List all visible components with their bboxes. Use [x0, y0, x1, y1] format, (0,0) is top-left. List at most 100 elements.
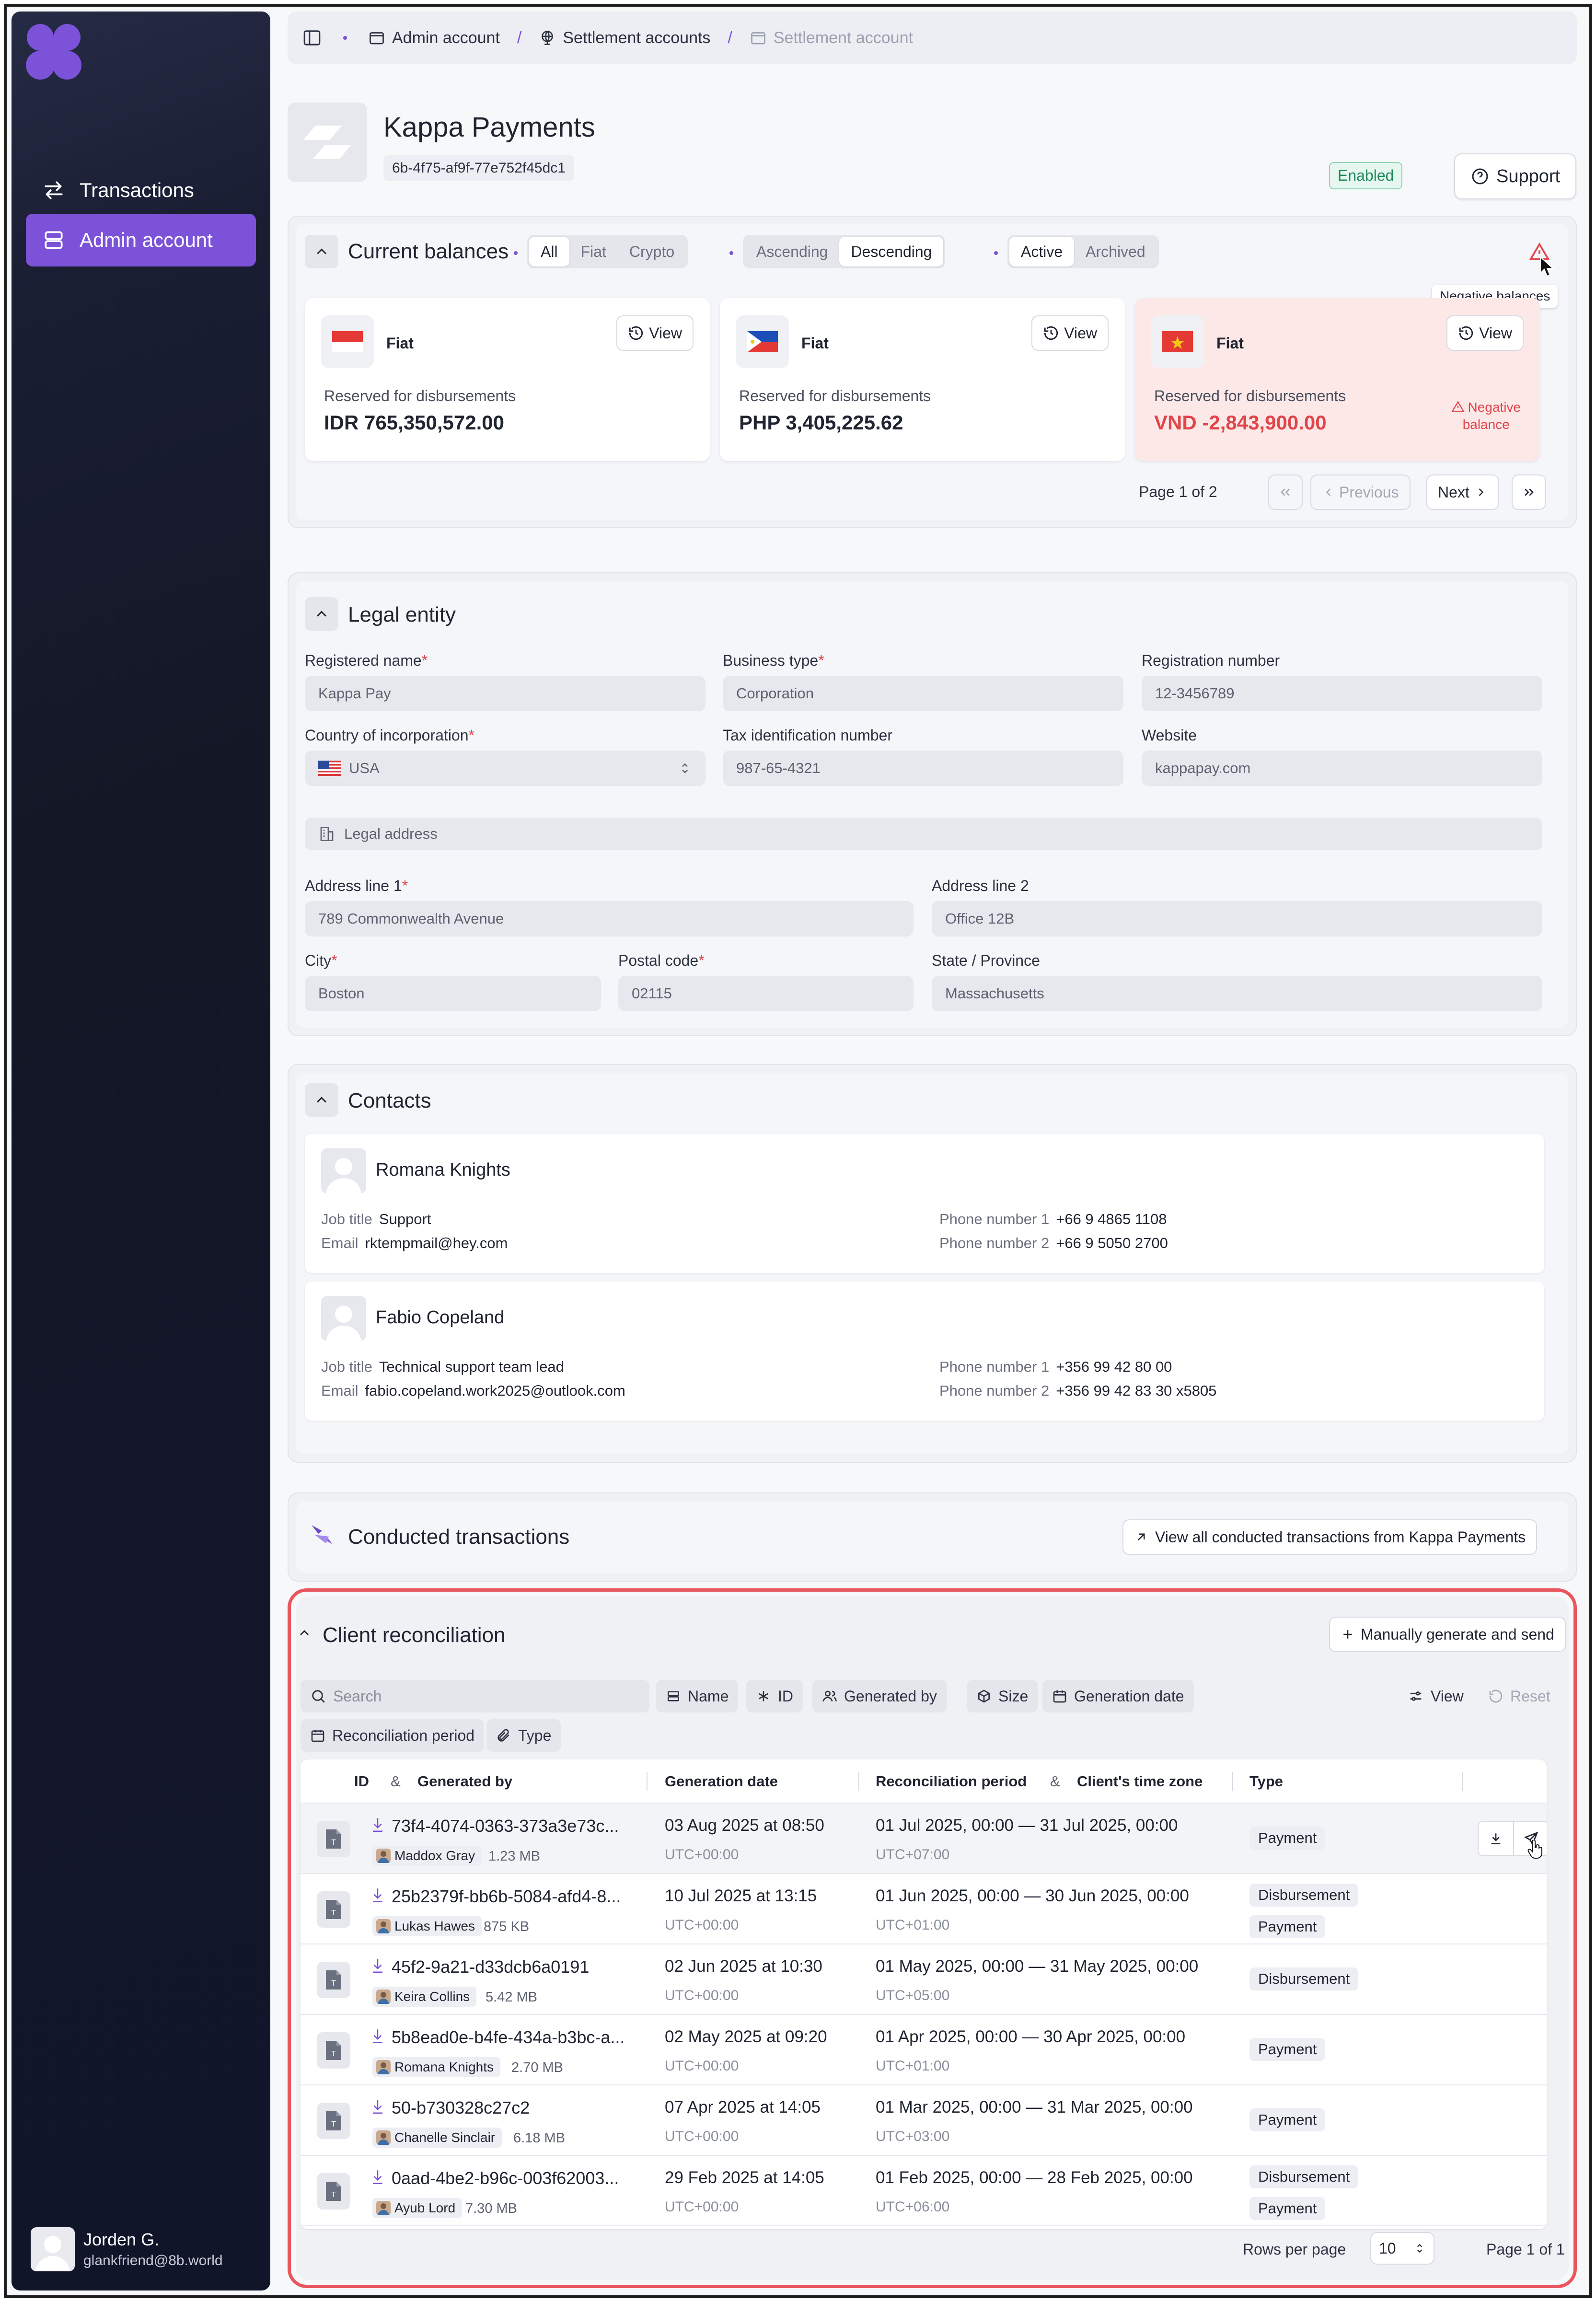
country-select[interactable]: USA	[305, 751, 705, 786]
download-arrow-icon[interactable]	[370, 1886, 385, 1908]
nav-admin-account[interactable]: Admin account	[26, 214, 256, 266]
client-timezone: UTC+03:00	[876, 2128, 950, 2144]
registration-number-field[interactable]: 12-3456789	[1142, 676, 1542, 711]
user-name: Jorden G.	[83, 2230, 160, 2249]
file-size: 5.42 MB	[486, 1990, 537, 2005]
table-row[interactable]: T 50-b730328c27c2 Chanelle Sinclair 6.18 MB…	[301, 2085, 1547, 2156]
chevron-up-icon[interactable]	[297, 1625, 312, 1641]
account-id-badge[interactable]: 6b-4f75-af9f-77e752f45dc1	[383, 155, 574, 181]
reconciliation-id[interactable]: 45f2-9a21-d33dcb6a0191	[392, 1957, 589, 1977]
chevron-up-icon	[313, 605, 330, 623]
table-row[interactable]: T 25b2379f-bb6b-5084-afd4-8... Lukas Hawes…	[301, 1874, 1547, 1944]
filter-chip-generated-by[interactable]: Generated by	[812, 1680, 947, 1712]
address-line-1-field[interactable]: 789 Commonwealth Avenue	[305, 901, 914, 937]
table-row[interactable]: T 73f4-4074-0363-373a3e73c... Maddox Gray 1…	[301, 1804, 1547, 1874]
collapse-contacts-button[interactable]	[305, 1083, 338, 1117]
business-type-field[interactable]: Corporation	[723, 676, 1123, 711]
last-page-button[interactable]	[1512, 474, 1546, 510]
legal-entity-card: Legal entity Registered name* Kappa Pay …	[288, 572, 1577, 1036]
state-archived[interactable]: Archived	[1074, 237, 1157, 266]
filter-chip-id[interactable]: ID	[746, 1680, 803, 1712]
download-arrow-icon[interactable]	[370, 1816, 385, 1838]
sidebar: Transactions Admin account Jorden G. gla…	[12, 12, 270, 2290]
state-field[interactable]: Massachusetts	[932, 976, 1542, 1011]
download-arrow-icon[interactable]	[370, 2168, 385, 2190]
sort-ascending[interactable]: Ascending	[745, 237, 839, 266]
balance-card[interactable]: Fiat View Reserved for disbursements PHP…	[720, 298, 1125, 461]
download-arrow-icon[interactable]	[370, 2027, 385, 2049]
next-page-button[interactable]: Next	[1426, 474, 1499, 510]
view-balance-button[interactable]: View	[1031, 315, 1109, 351]
filter-fiat[interactable]: Fiat	[569, 237, 618, 266]
generation-timezone: UTC+00:00	[665, 2199, 739, 2215]
client-timezone: UTC+05:00	[876, 1988, 950, 2003]
transactions-icon	[308, 1520, 336, 1549]
reset-button[interactable]: Reset	[1479, 1680, 1560, 1712]
balance-card[interactable]: Fiat View Reserved for disbursements IDR…	[305, 298, 710, 461]
breadcrumb-settlement-accounts[interactable]: Settlement accounts	[563, 29, 710, 47]
state-active[interactable]: Active	[1009, 237, 1075, 266]
help-circle-icon	[1470, 167, 1490, 186]
filter-chip-reconciliation-period[interactable]: Reconciliation period	[301, 1719, 485, 1752]
view-all-transactions-button[interactable]: View all conducted transactions from Kap…	[1122, 1519, 1538, 1555]
view-balance-button[interactable]: View	[616, 315, 694, 351]
svg-text:T: T	[331, 1839, 336, 1847]
sidebar-toggle-icon[interactable]	[302, 28, 322, 48]
address-line-2-field[interactable]: Office 12B	[932, 901, 1542, 937]
balance-card-negative[interactable]: Fiat View Reserved for disbursements VND…	[1135, 298, 1540, 461]
collapse-balances-button[interactable]	[305, 235, 338, 268]
city-field[interactable]: Boston	[305, 976, 601, 1011]
filter-crypto[interactable]: Crypto	[618, 237, 686, 266]
previous-page-button[interactable]: Previous	[1310, 474, 1411, 510]
view-options-button[interactable]: View	[1398, 1680, 1473, 1712]
building-icon	[318, 825, 335, 843]
reconciliation-id[interactable]: 50-b730328c27c2	[392, 2098, 530, 2118]
arrow-up-right-icon	[1134, 1530, 1148, 1544]
rows-per-page-select[interactable]: 10	[1370, 2232, 1434, 2265]
table-row[interactable]: T 0aad-4be2-b96c-003f62003... Ayub Lord 7.3…	[301, 2156, 1547, 2226]
reconciliation-id[interactable]: 0aad-4be2-b96c-003f62003...	[392, 2168, 619, 2188]
first-page-button[interactable]	[1268, 474, 1303, 510]
filter-all[interactable]: All	[529, 237, 569, 266]
download-arrow-icon[interactable]	[370, 1957, 385, 1978]
filter-chip-generation-date[interactable]: Generation date	[1042, 1680, 1194, 1712]
support-button[interactable]: Support	[1454, 153, 1577, 199]
avatar	[376, 1849, 391, 1863]
view-balance-button[interactable]: View	[1446, 315, 1524, 351]
sort-descending[interactable]: Descending	[839, 237, 944, 266]
avatar	[376, 2130, 391, 2145]
page-header: Kappa Payments 6b-4f75-af9f-77e752f45dc1…	[288, 64, 1577, 199]
filter-chip-size[interactable]: Size	[967, 1680, 1038, 1712]
registered-name-field[interactable]: Kappa Pay	[305, 676, 705, 711]
download-button[interactable]	[1478, 1821, 1514, 1856]
breadcrumb-admin-account[interactable]: Admin account	[392, 29, 500, 47]
type-badge: Disbursement	[1249, 2165, 1359, 2188]
search-input[interactable]: Search	[301, 1680, 649, 1712]
reconciliation-id[interactable]: 5b8ead0e-b4fe-434a-b3bc-a...	[392, 2027, 625, 2048]
website-field[interactable]: kappapay.com	[1142, 751, 1542, 786]
paperclip-icon	[496, 1728, 511, 1743]
status-badge: Enabled	[1329, 162, 1403, 189]
list-icon	[666, 1689, 681, 1704]
type-badge: Payment	[1249, 1915, 1326, 1938]
filter-chip-type[interactable]: Type	[486, 1719, 561, 1752]
download-arrow-icon[interactable]	[370, 2098, 385, 2119]
user-profile[interactable]: Jorden G. glankfriend@8b.world	[31, 2227, 223, 2271]
file-icon: T	[317, 1891, 350, 1928]
reconciliation-id[interactable]: 25b2379f-bb6b-5084-afd4-8...	[392, 1886, 621, 1907]
nav-transactions[interactable]: Transactions	[26, 164, 256, 217]
filter-chip-name[interactable]: Name	[656, 1680, 739, 1712]
manually-generate-button[interactable]: Manually generate and send	[1329, 1617, 1566, 1652]
collapse-legal-button[interactable]	[305, 597, 338, 631]
state-filter: Active Archived	[1007, 235, 1159, 268]
table-row[interactable]: T 5b8ead0e-b4fe-434a-b3bc-a... Romana Knig…	[301, 2015, 1547, 2085]
balance-amount: PHP 3,405,225.62	[739, 411, 903, 434]
tax-id-field[interactable]: 987-65-4321	[723, 751, 1123, 786]
postal-code-field[interactable]: 02115	[618, 976, 914, 1011]
sort-filter: Ascending Descending	[743, 235, 946, 268]
brand-logo[interactable]	[26, 22, 83, 81]
reconciliation-id[interactable]: 73f4-4074-0363-373a3e73c...	[392, 1816, 619, 1836]
file-icon: T	[317, 2173, 350, 2209]
company-logo	[288, 103, 367, 182]
table-row[interactable]: T 45f2-9a21-d33dcb6a0191 Keira Collins 5.42…	[301, 1944, 1547, 2015]
